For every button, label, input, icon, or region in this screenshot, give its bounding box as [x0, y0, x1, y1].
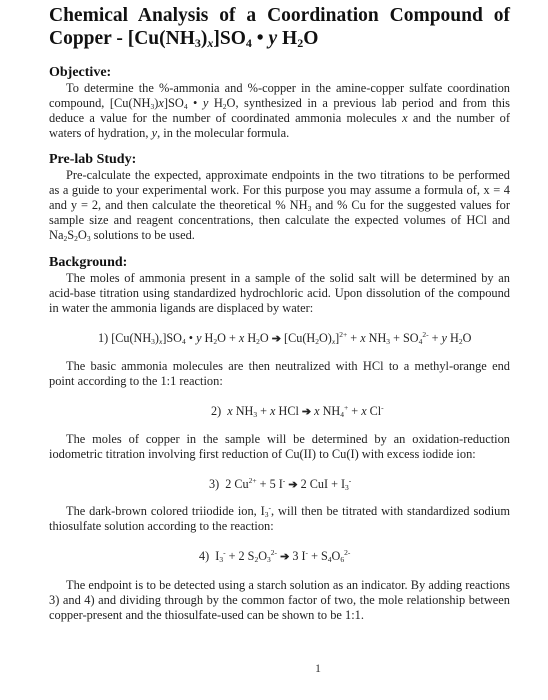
equation-2: 2) x NH3 + x HCl ➔ x NH4+ + x Cl- — [211, 403, 384, 419]
title-formula-prefix: Copper - [Cu(NH — [49, 28, 195, 49]
objective-heading: Objective: — [49, 65, 112, 80]
neutralize-text: The basic ammonia molecules are then neu… — [49, 359, 510, 388]
page-number: 1 — [315, 661, 321, 675]
background-heading: Background: — [49, 255, 128, 270]
copper-text: The moles of copper in the sample will b… — [49, 432, 510, 461]
prelab-text-c: solutions to be used. — [93, 228, 195, 242]
endpoint-paragraph: The endpoint is to be detected using a s… — [49, 578, 510, 623]
triiodide-paragraph: The dark-brown colored triiodide ion, I3… — [49, 504, 510, 534]
triiodide-text: The dark-brown colored triiodide ion, I3… — [49, 503, 511, 533]
title-line-2: Copper - [Cu(NH3)x]SO4 • y H2O — [49, 28, 319, 50]
reaction-arrow-icon: ➔ — [280, 551, 290, 563]
endpoint-text: The endpoint is to be detected using a s… — [49, 578, 510, 622]
reaction-arrow-icon: ➔ — [288, 479, 298, 491]
document-page: Chemical Analysis of a Coordination Comp… — [49, 0, 510, 675]
title-line-1: Chemical Analysis of a Coordination Comp… — [49, 5, 510, 26]
prelab-text: Pre-calculate the expected, approximate … — [49, 168, 510, 243]
equation-1-label: 1) — [98, 331, 109, 345]
equation-1: 1) [Cu(NH3)x]SO4 • y H2O + x H2O ➔ [Cu(H… — [98, 330, 472, 346]
triiodide-text-a: The dark-brown colored triiodide ion, I — [66, 504, 265, 518]
background-intro-text: The moles of ammonia present in a sample… — [49, 271, 510, 315]
page-title: Chemical Analysis of a Coordination Comp… — [49, 4, 510, 50]
reaction-arrow-icon: ➔ — [301, 406, 312, 418]
copper-paragraph: The moles of copper in the sample will b… — [49, 432, 510, 462]
background-section: Background: The moles of ammonia present… — [49, 255, 510, 316]
prelab-section: Pre-lab Study: Pre-calculate the expecte… — [49, 152, 510, 243]
objective-text-d: , in the molecular formula. — [157, 126, 290, 140]
equation-4: 4) I3- + 2 S2O32- ➔ 3 I- + S4O62- — [199, 548, 351, 564]
objective-text: To determine the %-ammonia and %-copper … — [49, 81, 511, 140]
objective-section: Objective: To determine the %-ammonia an… — [49, 65, 510, 141]
reaction-arrow-icon: ➔ — [271, 333, 281, 345]
equation-3-label: 3) — [209, 477, 220, 491]
equation-4-label: 4) — [199, 549, 210, 563]
equation-2-label: 2) — [211, 404, 222, 418]
equation-3: 3) 2 Cu2+ + 5 I- ➔ 2 CuI + I3- — [209, 476, 352, 492]
prelab-heading: Pre-lab Study: — [49, 152, 137, 167]
neutralize-paragraph: The basic ammonia molecules are then neu… — [49, 359, 510, 389]
